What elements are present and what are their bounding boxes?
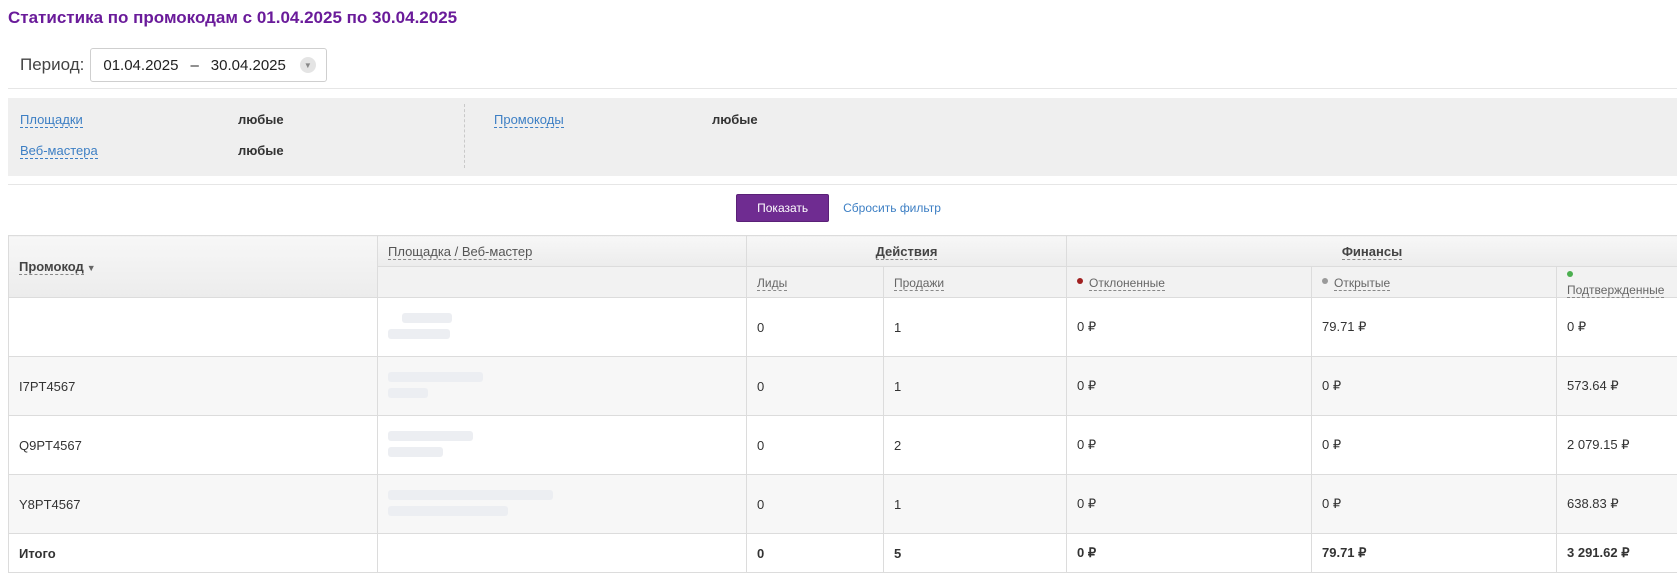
filter-promocodes-link[interactable]: Промокоды (494, 112, 564, 128)
confirmed-cell: 573.64 ₽ (1557, 357, 1677, 416)
sales-header-label[interactable]: Продажи (894, 276, 944, 291)
sales-cell: 1 (884, 298, 1067, 357)
rejected-cell: 0 ₽ (1067, 416, 1312, 475)
open-cell: 0 ₽ (1312, 475, 1557, 534)
column-group-finance: Финансы (1067, 236, 1677, 267)
confirmed-header-label[interactable]: Подтвержденные (1567, 283, 1664, 298)
finance-header-label: Финансы (1342, 244, 1402, 260)
total-label: Итого (9, 534, 378, 573)
column-header-platform[interactable]: Площадка / Веб-мастер (378, 236, 747, 267)
total-leads: 0 (747, 534, 884, 573)
chevron-down-icon[interactable]: ▼ (300, 57, 316, 73)
promocode-cell (9, 298, 378, 357)
filter-divider (464, 104, 465, 168)
platform-header-label[interactable]: Площадка / Веб-мастер (388, 244, 532, 260)
platform-cell-redacted (378, 475, 747, 534)
total-platform-cell (378, 534, 747, 573)
column-header-open[interactable]: Открытые (1312, 267, 1557, 298)
leads-cell: 0 (747, 357, 884, 416)
confirmed-cell: 0 ₽ (1557, 298, 1677, 357)
rejected-header-label[interactable]: Отклоненные (1089, 276, 1165, 291)
reset-filter-link[interactable]: Сбросить фильтр (843, 201, 941, 215)
total-row: Итого 0 5 0 ₽ 79.71 ₽ 3 291.62 ₽ (9, 534, 1677, 573)
promocode-stats-table: Промокод▼ Площадка / Веб-мастер Действия… (8, 235, 1677, 573)
period-separator: – (190, 57, 198, 74)
column-header-rejected[interactable]: Отклоненные (1067, 267, 1312, 298)
table-row: 0 1 0 ₽ 79.71 ₽ 0 ₽ (9, 298, 1677, 357)
sort-down-icon: ▼ (87, 263, 96, 273)
period-date-range[interactable]: 01.04.2025 – 30.04.2025 ▼ (90, 48, 327, 82)
filter-panel: Площадки любые Веб-мастера любые Промоко… (8, 98, 1677, 176)
filter-promocodes-value: любые (712, 112, 758, 127)
period-selector-row: Период: 01.04.2025 – 30.04.2025 ▼ (20, 48, 327, 82)
rejected-cell: 0 ₽ (1067, 357, 1312, 416)
confirmed-status-dot-icon (1567, 271, 1573, 277)
platform-cell-redacted (378, 416, 747, 475)
promocode-sort-link[interactable]: Промокод (19, 259, 84, 275)
total-confirmed: 3 291.62 ₽ (1557, 534, 1677, 573)
confirmed-cell: 638.83 ₽ (1557, 475, 1677, 534)
rejected-status-dot-icon (1077, 278, 1083, 284)
column-header-confirmed[interactable]: Подтвержденные (1557, 267, 1677, 298)
open-header-label[interactable]: Открытые (1334, 276, 1390, 291)
platform-cell-redacted (378, 357, 747, 416)
column-header-promocode[interactable]: Промокод▼ (9, 236, 378, 298)
total-sales: 5 (884, 534, 1067, 573)
column-header-sales[interactable]: Продажи (884, 267, 1067, 298)
filter-platforms-link[interactable]: Площадки (20, 112, 83, 128)
platform-cell-redacted (378, 298, 747, 357)
table-row: Q9PT4567 0 2 0 ₽ 0 ₽ 2 079.15 ₽ (9, 416, 1677, 475)
confirmed-cell: 2 079.15 ₽ (1557, 416, 1677, 475)
column-header-leads[interactable]: Лиды (747, 267, 884, 298)
show-button[interactable]: Показать (736, 194, 829, 222)
total-open: 79.71 ₽ (1312, 534, 1557, 573)
actions-header-label: Действия (876, 244, 938, 260)
column-group-actions: Действия (747, 236, 1067, 267)
leads-header-label[interactable]: Лиды (757, 276, 787, 291)
open-status-dot-icon (1322, 278, 1328, 284)
filter-webmasters-link[interactable]: Веб-мастера (20, 143, 98, 159)
divider (8, 184, 1677, 185)
period-to: 30.04.2025 (211, 57, 286, 74)
table-row: Y8PT4567 0 1 0 ₽ 0 ₽ 638.83 ₽ (9, 475, 1677, 534)
sales-cell: 1 (884, 475, 1067, 534)
promocode-cell: Q9PT4567 (9, 416, 378, 475)
filter-webmasters-value: любые (238, 143, 284, 158)
leads-cell: 0 (747, 475, 884, 534)
filter-platforms-value: любые (238, 112, 284, 127)
promocode-cell: Y8PT4567 (9, 475, 378, 534)
rejected-cell: 0 ₽ (1067, 298, 1312, 357)
divider (8, 88, 1677, 89)
open-cell: 79.71 ₽ (1312, 298, 1557, 357)
leads-cell: 0 (747, 298, 884, 357)
period-label: Период: (20, 55, 84, 75)
sales-cell: 2 (884, 416, 1067, 475)
promocode-cell: I7PT4567 (9, 357, 378, 416)
platform-subheader (378, 267, 747, 298)
leads-cell: 0 (747, 416, 884, 475)
total-rejected: 0 ₽ (1067, 534, 1312, 573)
open-cell: 0 ₽ (1312, 416, 1557, 475)
sales-cell: 1 (884, 357, 1067, 416)
open-cell: 0 ₽ (1312, 357, 1557, 416)
filter-actions: Показать Сбросить фильтр (0, 194, 1677, 222)
table-row: I7PT4567 0 1 0 ₽ 0 ₽ 573.64 ₽ (9, 357, 1677, 416)
page-title: Статистика по промокодам с 01.04.2025 по… (8, 8, 457, 28)
rejected-cell: 0 ₽ (1067, 475, 1312, 534)
period-from: 01.04.2025 (103, 57, 178, 74)
